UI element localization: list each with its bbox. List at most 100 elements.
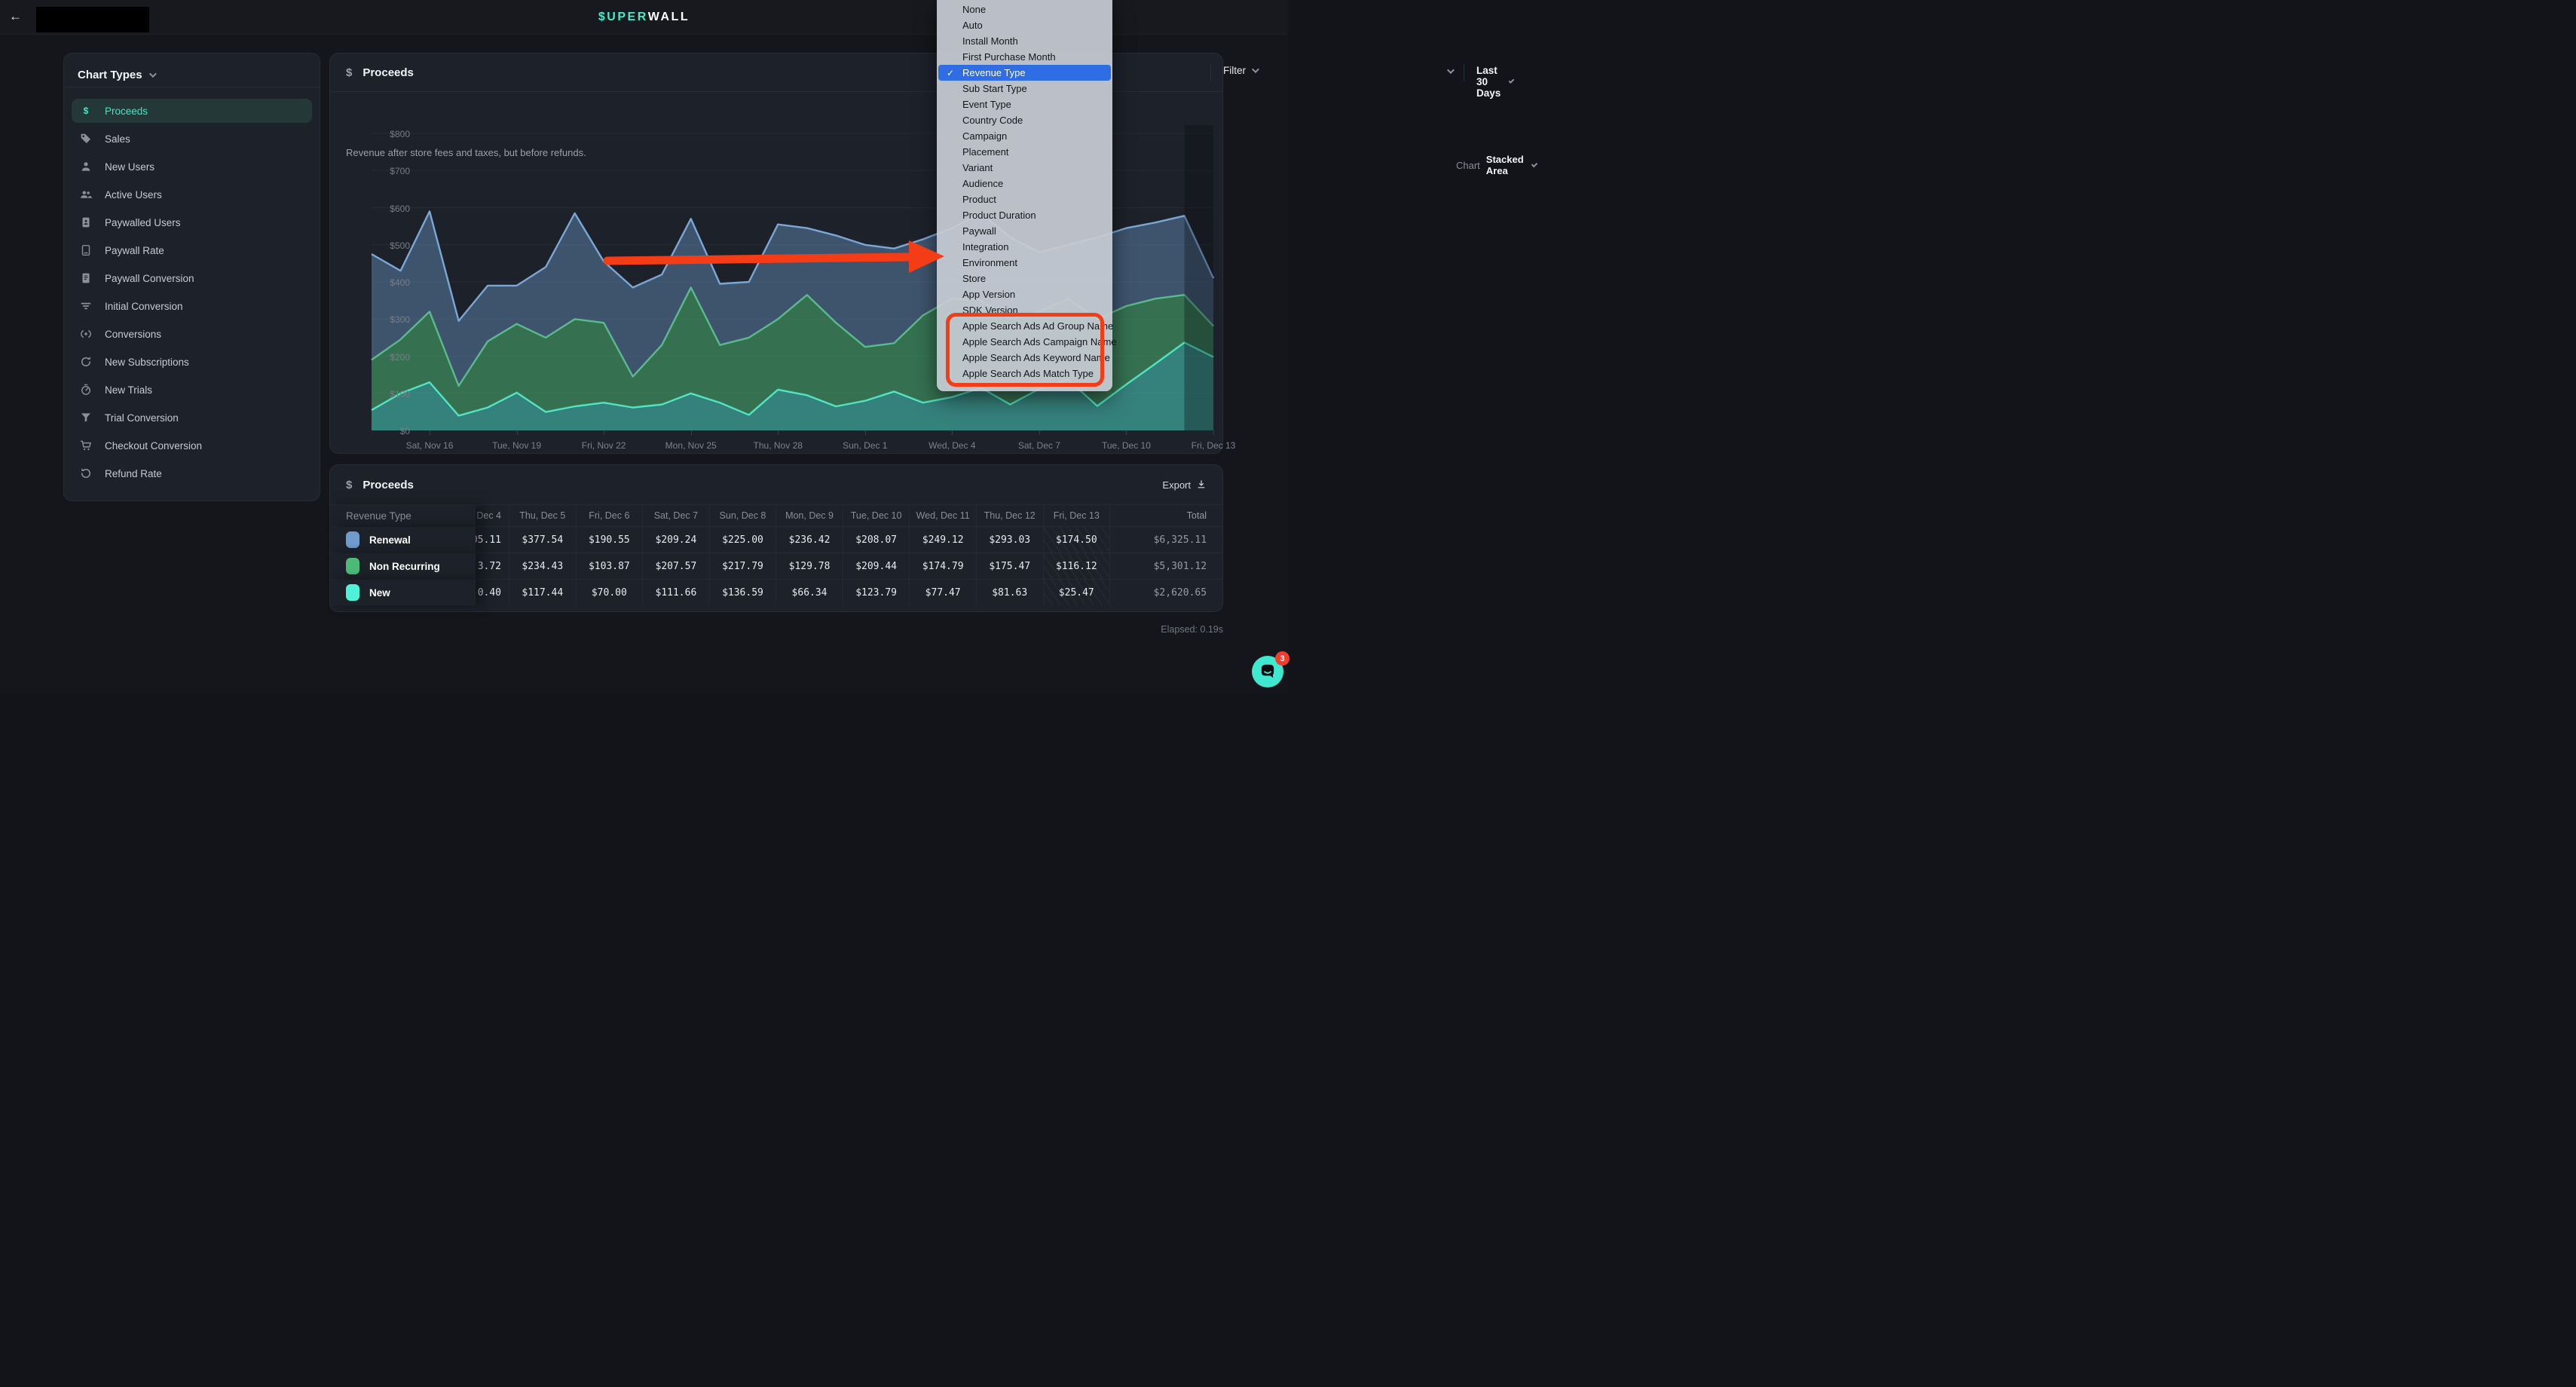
rotate-ccw-icon bbox=[79, 467, 93, 480]
menu-item-none[interactable]: None bbox=[937, 2, 1112, 17]
menu-item-label: Apple Search Ads Match Type bbox=[962, 368, 1094, 379]
sidebar-item-checkout-conversion[interactable]: Checkout Conversion bbox=[72, 433, 312, 458]
menu-item-apple-search-ads-ad-group-name[interactable]: Apple Search Ads Ad Group Name bbox=[937, 318, 1112, 334]
filter-lines-icon bbox=[79, 299, 93, 313]
dollar-icon: $ bbox=[346, 479, 352, 491]
cell-value: $209.24 bbox=[642, 527, 709, 553]
checkmark-icon: ✓ bbox=[947, 68, 954, 78]
sidebar-item-trial-conversion[interactable]: Trial Conversion bbox=[72, 406, 312, 430]
y-axis-label: $500 bbox=[365, 240, 410, 251]
chat-unread-badge: 3 bbox=[1275, 651, 1290, 666]
menu-item-label: Auto bbox=[962, 20, 983, 31]
app-root: ← $UPERWALL Chart Types $ProceedsSalesNe… bbox=[0, 0, 1288, 694]
menu-item-sub-start-type[interactable]: Sub Start Type bbox=[937, 81, 1112, 96]
cell-value: $217.79 bbox=[709, 553, 776, 579]
menu-item-label: Environment bbox=[962, 257, 1017, 268]
row-label: Renewal bbox=[369, 534, 411, 546]
cell-value: $208.07 bbox=[843, 527, 910, 553]
menu-item-product[interactable]: Product bbox=[937, 191, 1112, 207]
menu-item-paywall[interactable]: Paywall bbox=[937, 223, 1112, 239]
x-axis-label: Mon, Nov 25 bbox=[650, 440, 733, 451]
sidebar-item-conversions[interactable]: Conversions bbox=[72, 322, 312, 346]
chart-types-sidebar: Chart Types $Proceeds Sales New Users Activ… bbox=[63, 53, 320, 501]
sidebar-item-paywalled-users[interactable]: Paywalled Users bbox=[72, 210, 312, 234]
menu-item-product-duration[interactable]: Product Duration bbox=[937, 207, 1112, 223]
x-axis-tick bbox=[691, 430, 692, 435]
sidebar-item-label: New Subscriptions bbox=[105, 357, 189, 368]
cell-value: $234.43 bbox=[509, 553, 576, 579]
sidebar-item-new-trials[interactable]: New Trials bbox=[72, 378, 312, 402]
svg-text:$: $ bbox=[84, 106, 89, 116]
column-header-tue-dec-10: Tue, Dec 10 bbox=[843, 505, 910, 526]
table-panel-title-group: $ Proceeds bbox=[346, 479, 414, 491]
funnel-icon bbox=[79, 411, 93, 424]
cell-clipped: 0.40 bbox=[476, 580, 509, 605]
series-color-swatch bbox=[346, 584, 359, 601]
row-label: Non Recurring bbox=[369, 561, 440, 572]
menu-item-auto[interactable]: Auto bbox=[937, 17, 1112, 33]
chevron-down-icon bbox=[1252, 66, 1259, 73]
menu-item-label: Audience bbox=[962, 178, 1003, 189]
menu-item-campaign[interactable]: Campaign bbox=[937, 128, 1112, 144]
menu-item-sdk-version[interactable]: SDK Version bbox=[937, 302, 1112, 318]
sidebar-item-sales[interactable]: Sales bbox=[72, 127, 312, 151]
chat-icon bbox=[1258, 662, 1277, 681]
group-by-select-chevron-icon[interactable] bbox=[1447, 66, 1455, 74]
chart-types-header[interactable]: Chart Types bbox=[78, 66, 154, 84]
dollar-icon: $ bbox=[346, 66, 352, 79]
menu-item-first-purchase-month[interactable]: First Purchase Month bbox=[937, 49, 1112, 65]
sidebar-item-label: Checkout Conversion bbox=[105, 440, 202, 452]
menu-item-integration[interactable]: Integration bbox=[937, 239, 1112, 255]
sidebar-item-paywall-conversion[interactable]: Paywall Conversion bbox=[72, 266, 312, 290]
menu-item-label: Apple Search Ads Keyword Name bbox=[962, 352, 1110, 363]
menu-item-country-code[interactable]: Country Code bbox=[937, 112, 1112, 128]
menu-item-variant[interactable]: Variant bbox=[937, 160, 1112, 176]
date-range-button[interactable]: Last 30 Days bbox=[1476, 65, 1512, 99]
cell-value: $236.42 bbox=[776, 527, 843, 553]
sidebar-item-paywall-rate[interactable]: Paywall Rate bbox=[72, 238, 312, 262]
sidebar-item-initial-conversion[interactable]: Initial Conversion bbox=[72, 294, 312, 318]
column-header-mon-dec-9: Mon, Dec 9 bbox=[776, 505, 843, 526]
column-header-wed-dec-11: Wed, Dec 11 bbox=[909, 505, 976, 526]
sidebar-item-active-users[interactable]: Active Users bbox=[72, 182, 312, 207]
revenue-table: Revenue TypeDec 4Thu, Dec 5Fri, Dec 6Sat… bbox=[330, 504, 1222, 605]
chart-type-select[interactable]: Chart Stacked Area bbox=[1456, 154, 1535, 176]
menu-item-placement[interactable]: Placement bbox=[937, 144, 1112, 160]
cell-value: $293.03 bbox=[976, 527, 1043, 553]
chart-type-value: Stacked Area bbox=[1486, 154, 1525, 176]
chevron-down-icon bbox=[1509, 78, 1515, 84]
menu-item-install-month[interactable]: Install Month bbox=[937, 33, 1112, 49]
timer-icon bbox=[79, 383, 93, 397]
x-axis-tick bbox=[517, 430, 518, 435]
menu-item-audience[interactable]: Audience bbox=[937, 176, 1112, 191]
menu-item-apple-search-ads-match-type[interactable]: Apple Search Ads Match Type bbox=[937, 366, 1112, 381]
cell-clipped: 05.11 bbox=[476, 527, 509, 553]
sidebar-item-new-users[interactable]: New Users bbox=[72, 155, 312, 179]
menu-item-label: Country Code bbox=[962, 115, 1023, 126]
menu-item-app-version[interactable]: App Version bbox=[937, 286, 1112, 302]
refresh-icon bbox=[79, 355, 93, 369]
logo-accent: $UPER bbox=[598, 11, 648, 24]
menu-item-event-type[interactable]: Event Type bbox=[937, 96, 1112, 112]
receipt-icon bbox=[79, 271, 93, 285]
menu-item-apple-search-ads-keyword-name[interactable]: Apple Search Ads Keyword Name bbox=[937, 350, 1112, 366]
cell-value: $136.59 bbox=[709, 580, 776, 605]
table-row-label-non-recurring: Non Recurring bbox=[330, 553, 476, 579]
menu-item-store[interactable]: Store bbox=[937, 271, 1112, 286]
export-button[interactable]: Export bbox=[1162, 479, 1207, 491]
column-header-fri-dec-6: Fri, Dec 6 bbox=[576, 505, 643, 526]
menu-item-label: Event Type bbox=[962, 99, 1011, 110]
cell-value: $103.87 bbox=[576, 553, 643, 579]
menu-item-revenue-type[interactable]: ✓Revenue Type bbox=[938, 65, 1111, 81]
cell-clipped: 3.72 bbox=[476, 553, 509, 579]
menu-item-label: None bbox=[962, 4, 986, 15]
menu-item-apple-search-ads-campaign-name[interactable]: Apple Search Ads Campaign Name bbox=[937, 334, 1112, 350]
sidebar-item-refund-rate[interactable]: Refund Rate bbox=[72, 461, 312, 485]
x-axis-label: Thu, Nov 28 bbox=[736, 440, 819, 451]
sidebar-item-proceeds[interactable]: $Proceeds bbox=[72, 99, 312, 123]
filter-button[interactable]: Filter bbox=[1223, 65, 1257, 76]
sidebar-item-label: Sales bbox=[105, 133, 130, 145]
sidebar-item-new-subscriptions[interactable]: New Subscriptions bbox=[72, 350, 312, 374]
tag-icon bbox=[79, 132, 93, 145]
menu-item-environment[interactable]: Environment bbox=[937, 255, 1112, 271]
